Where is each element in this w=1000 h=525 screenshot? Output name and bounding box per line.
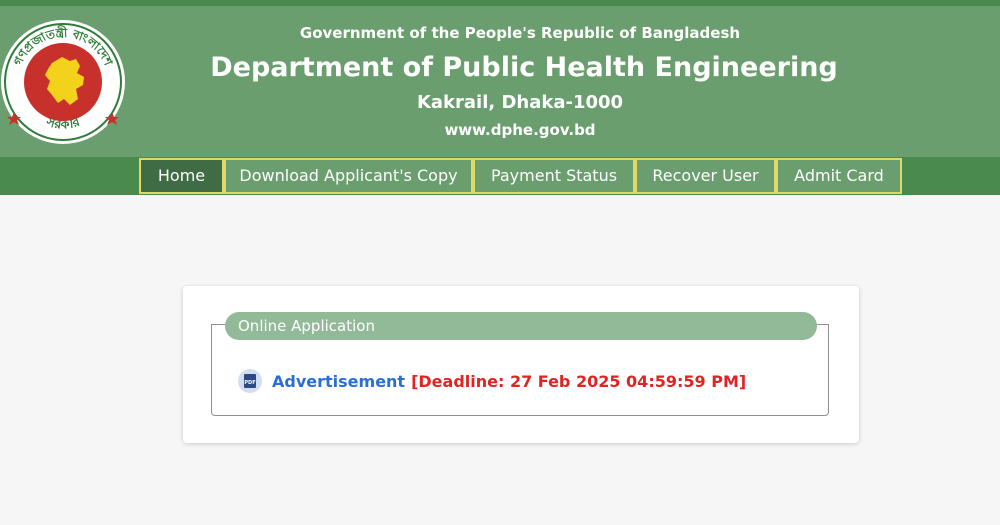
nav-recover-user[interactable]: Recover User [635,158,776,194]
nav-admit-card[interactable]: Admit Card [776,158,902,194]
site-header: গণপ্রজাতন্ত্রী বাংলাদেশ সরকার Government… [0,6,1000,157]
online-application-card: Online Application PDF Advertisement [De… [183,286,859,443]
government-title: Government of the People's Republic of B… [299,24,741,42]
nav-download-applicants-copy[interactable]: Download Applicant's Copy [224,158,473,194]
main-navbar: Home Download Applicant's Copy Payment S… [0,157,1000,195]
svg-text:PDF: PDF [244,380,255,386]
nav-payment-status[interactable]: Payment Status [473,158,635,194]
deadline-text: [Deadline: 27 Feb 2025 04:59:59 PM] [411,371,747,391]
advertisement-link[interactable]: Advertisement [272,372,405,391]
department-title: Department of Public Health Engineering [210,52,838,83]
panel-title: Online Application [225,312,817,340]
address: Kakrail, Dhaka-1000 [416,92,624,113]
advertisement-row: PDF Advertisement [Deadline: 27 Feb 2025… [238,368,746,394]
website-url: www.dphe.gov.bd [444,121,596,139]
pdf-icon[interactable]: PDF [238,369,262,393]
nav-home[interactable]: Home [139,158,224,194]
